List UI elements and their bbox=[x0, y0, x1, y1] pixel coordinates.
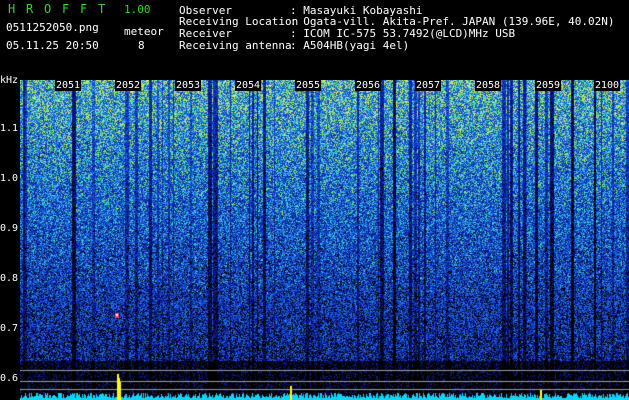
app-title-letter: H bbox=[8, 2, 16, 16]
time-tick-label: 2055 bbox=[295, 80, 322, 91]
y-tick-label: 0.8 bbox=[0, 273, 19, 284]
filename-label: 0511252050.png bbox=[6, 21, 99, 34]
time-tick-label: 2054 bbox=[235, 80, 262, 91]
app-title-letter: R bbox=[26, 2, 34, 16]
app-title-letter: O bbox=[44, 2, 52, 16]
antenna-value: : A504HB(yagi 4el) bbox=[290, 39, 410, 52]
y-tick-label: 1.1 bbox=[0, 123, 19, 134]
spectrogram-canvas bbox=[20, 80, 629, 400]
meteor-count: 8 bbox=[138, 39, 145, 52]
time-tick-label: 2059 bbox=[535, 80, 562, 91]
time-tick-label: 2053 bbox=[175, 80, 202, 91]
datetime-label: 05.11.25 20:50 bbox=[6, 39, 99, 52]
time-tick-label: 2057 bbox=[415, 80, 442, 91]
y-tick-label: 0.7 bbox=[0, 323, 19, 334]
app-title-letter: F bbox=[62, 2, 70, 16]
app-title-letter: F bbox=[80, 2, 88, 16]
time-tick-label: 2056 bbox=[355, 80, 382, 91]
time-tick-label: 2100 bbox=[594, 80, 621, 91]
y-tick-label: 1.0 bbox=[0, 173, 19, 184]
time-tick-label: 2058 bbox=[475, 80, 502, 91]
y-tick-label: 0.9 bbox=[0, 223, 19, 234]
y-tick-label: 0.6 bbox=[0, 373, 19, 384]
app-title-letter: T bbox=[98, 2, 106, 16]
time-tick-label: 2052 bbox=[115, 80, 142, 91]
time-tick-label: 2051 bbox=[55, 80, 82, 91]
y-unit-label: kHz bbox=[0, 75, 19, 86]
version-label: 1.00 bbox=[124, 3, 151, 16]
mode-label: meteor bbox=[124, 25, 164, 38]
hrofft-window: H R O F F T 1.00 0511252050.png meteor 0… bbox=[0, 0, 629, 400]
antenna-label: Receiving antenna bbox=[179, 39, 292, 52]
